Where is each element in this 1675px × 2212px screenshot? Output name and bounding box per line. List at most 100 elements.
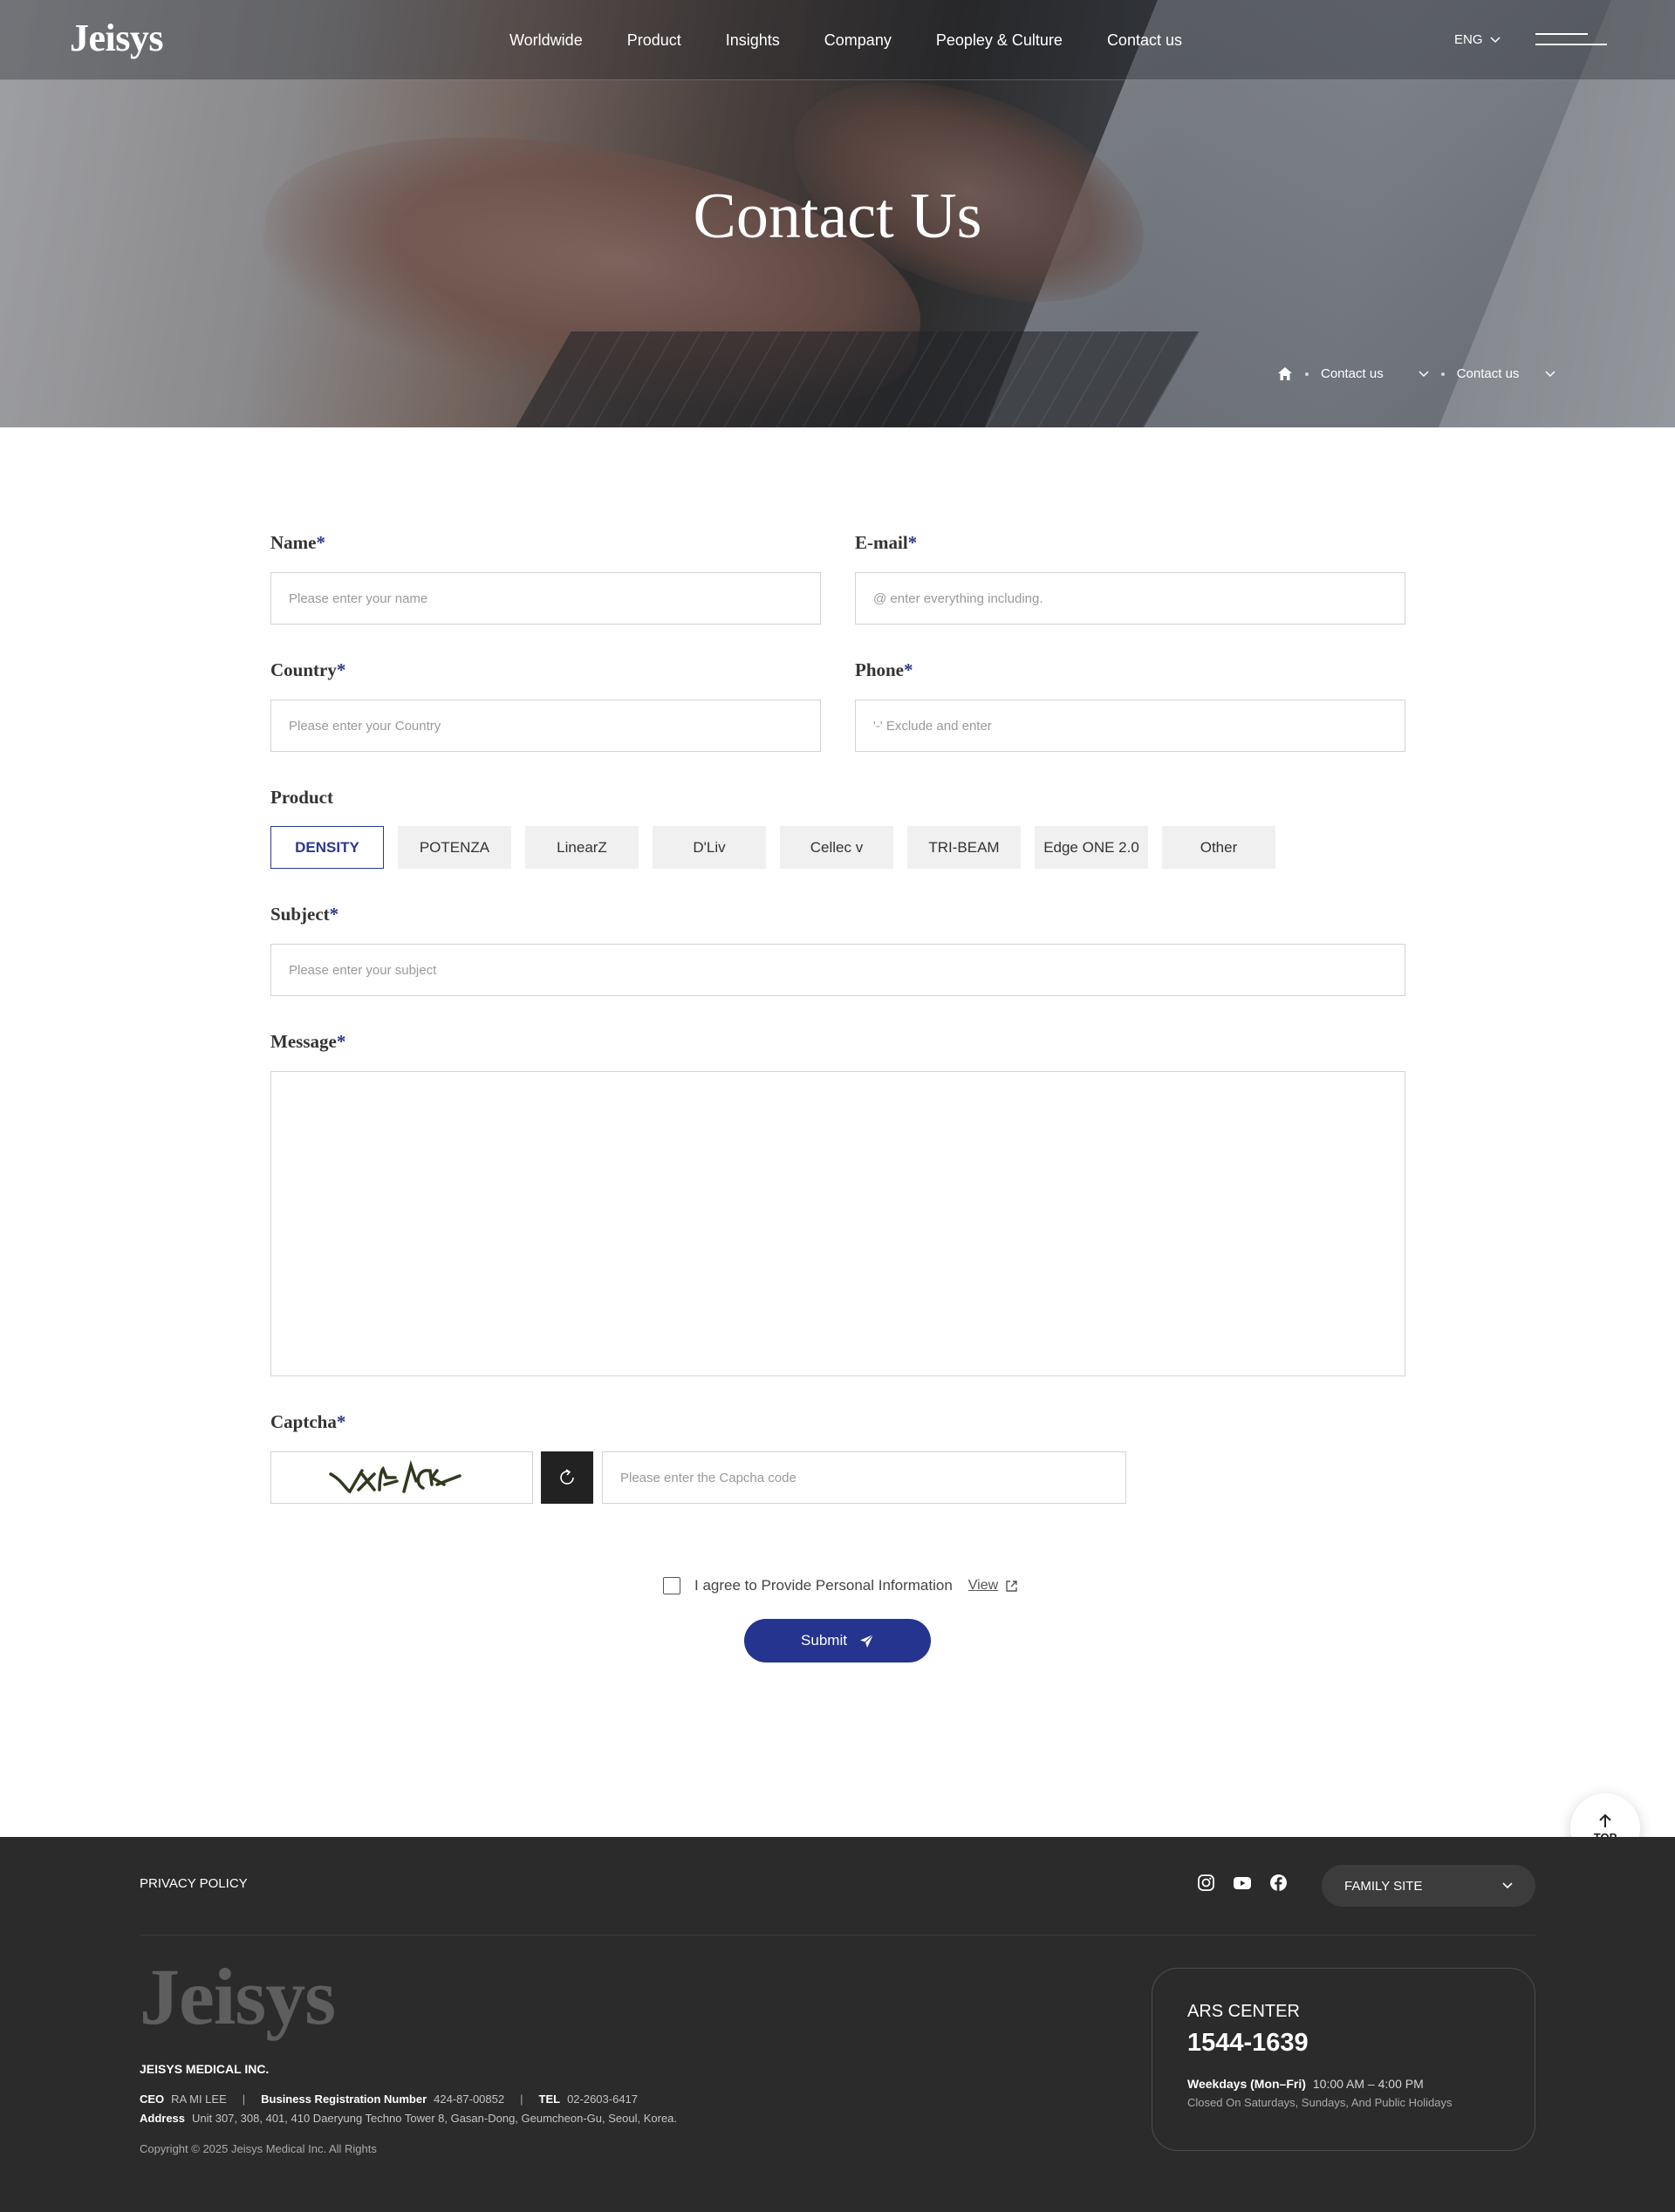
captcha-refresh-button[interactable] bbox=[541, 1451, 593, 1504]
product-options: DENSITY POTENZA LinearZ D'Liv Cellec v T… bbox=[270, 826, 1275, 869]
message-textarea[interactable] bbox=[270, 1071, 1405, 1376]
breadcrumb-item[interactable]: Contact us bbox=[1321, 366, 1384, 381]
country-label: Country* bbox=[270, 659, 345, 681]
tel-label: TEL bbox=[538, 2093, 561, 2106]
chevron-down-icon[interactable] bbox=[1545, 370, 1555, 378]
address-value: Unit 307, 308, 401, 410 Daeryung Techno … bbox=[192, 2112, 678, 2125]
name-field[interactable] bbox=[270, 572, 821, 625]
breadcrumb: Contact us Contact us bbox=[1277, 366, 1568, 381]
menu-icon bbox=[1535, 33, 1588, 35]
ceo-label: CEO bbox=[140, 2093, 165, 2106]
country-label-text: Country bbox=[270, 659, 337, 680]
nav-item-product[interactable]: Product bbox=[627, 31, 681, 50]
product-chip-other[interactable]: Other bbox=[1162, 826, 1275, 869]
company-name: JEISYS MEDICAL INC. bbox=[140, 2062, 270, 2076]
name-label-text: Name bbox=[270, 532, 317, 553]
chevron-down-icon bbox=[1489, 36, 1501, 43]
phone-input[interactable] bbox=[873, 718, 1405, 734]
message-label-text: Message bbox=[270, 1031, 337, 1052]
tel-value: 02-2603-6417 bbox=[567, 2093, 639, 2106]
menu-icon bbox=[1535, 44, 1607, 45]
product-chip-potenza[interactable]: POTENZA bbox=[398, 826, 511, 869]
send-icon bbox=[859, 1634, 874, 1648]
youtube-icon[interactable] bbox=[1233, 1874, 1252, 1892]
copyright: Copyright © 2025 Jeisys Medical Inc. All… bbox=[140, 2142, 377, 2155]
ceo-value: RA MI LEE bbox=[171, 2093, 227, 2106]
email-label-text: E-mail bbox=[855, 532, 908, 553]
chevron-down-icon bbox=[1502, 1882, 1513, 1889]
social-links bbox=[1197, 1874, 1288, 1892]
ars-hours: Weekdays (Mon–Fri) 10:00 AM – 4:00 PM bbox=[1187, 2077, 1500, 2091]
privacy-policy-link[interactable]: PRIVACY POLICY bbox=[140, 1876, 248, 1891]
submit-button[interactable]: Submit bbox=[744, 1619, 931, 1662]
email-label: E-mail* bbox=[855, 532, 917, 554]
product-chip-cellec-v[interactable]: Cellec v bbox=[780, 826, 893, 869]
site-logo[interactable]: Jeisys bbox=[70, 16, 164, 60]
message-label: Message* bbox=[270, 1031, 345, 1053]
product-chip-edge-one[interactable]: Edge ONE 2.0 bbox=[1035, 826, 1148, 869]
info-separator: | bbox=[520, 2093, 523, 2106]
product-chip-tri-beam[interactable]: TRI-BEAM bbox=[907, 826, 1021, 869]
country-field[interactable] bbox=[270, 700, 821, 752]
required-mark: * bbox=[329, 904, 339, 925]
menu-button[interactable] bbox=[1535, 33, 1607, 49]
company-info: CEO RA MI LEE | Business Registration Nu… bbox=[140, 2093, 638, 2106]
family-site-label: FAMILY SITE bbox=[1344, 1878, 1423, 1894]
phone-label: Phone* bbox=[855, 659, 913, 681]
address-label: Address bbox=[140, 2112, 186, 2125]
ars-center-card: ARS CENTER 1544-1639 Weekdays (Mon–Fri) 1… bbox=[1152, 1968, 1535, 2151]
product-chip-dliv[interactable]: D'Liv bbox=[653, 826, 766, 869]
subject-field[interactable] bbox=[270, 944, 1405, 996]
ars-phone-number[interactable]: 1544-1639 bbox=[1187, 2029, 1500, 2058]
captcha-label-text: Captcha bbox=[270, 1411, 337, 1432]
country-input[interactable] bbox=[289, 718, 820, 734]
site-footer: PRIVACY POLICY FAMILY SITE Jeisys JEISYS… bbox=[0, 1837, 1675, 2212]
captcha-field[interactable] bbox=[602, 1451, 1126, 1504]
phone-label-text: Phone bbox=[855, 659, 905, 680]
email-input[interactable] bbox=[873, 591, 1405, 606]
product-chip-density[interactable]: DENSITY bbox=[270, 826, 384, 869]
required-mark: * bbox=[336, 659, 346, 680]
product-label: Product bbox=[270, 787, 333, 808]
chevron-down-icon[interactable] bbox=[1419, 370, 1429, 378]
facebook-icon[interactable] bbox=[1269, 1874, 1288, 1892]
nav-item-contact-us[interactable]: Contact us bbox=[1107, 31, 1182, 50]
family-site-select[interactable]: FAMILY SITE bbox=[1322, 1865, 1535, 1907]
home-icon[interactable] bbox=[1277, 366, 1293, 381]
captcha-input[interactable] bbox=[620, 1470, 1125, 1485]
captcha-image bbox=[270, 1451, 533, 1504]
instagram-icon[interactable] bbox=[1197, 1874, 1215, 1892]
nav-item-insights[interactable]: Insights bbox=[726, 31, 780, 50]
breadcrumb-separator bbox=[1305, 372, 1309, 376]
nav-item-worldwide[interactable]: Worldwide bbox=[509, 31, 583, 50]
footer-divider bbox=[140, 1935, 1535, 1936]
info-separator: | bbox=[242, 2093, 246, 2106]
refresh-icon bbox=[560, 1469, 574, 1485]
nav-item-people-culture[interactable]: Peopley & Culture bbox=[936, 31, 1063, 50]
hero-banner: Jeisys Worldwide Product Insights Compan… bbox=[0, 0, 1675, 427]
breadcrumb-separator bbox=[1440, 372, 1445, 376]
nav-item-company[interactable]: Company bbox=[824, 31, 892, 50]
footer-logo: Jeisys bbox=[140, 1952, 336, 2041]
breadcrumb-item[interactable]: Contact us bbox=[1457, 366, 1520, 381]
language-selector[interactable]: ENG bbox=[1454, 32, 1501, 47]
email-field[interactable] bbox=[855, 572, 1405, 625]
brn-value: 424-87-00852 bbox=[434, 2093, 505, 2106]
name-input[interactable] bbox=[289, 591, 820, 606]
phone-field[interactable] bbox=[855, 700, 1405, 752]
required-mark: * bbox=[336, 1411, 346, 1432]
required-mark: * bbox=[907, 532, 918, 553]
privacy-agreement: I agree to Provide Personal Information … bbox=[663, 1577, 1018, 1594]
subject-input[interactable] bbox=[289, 962, 1405, 978]
submit-label: Submit bbox=[801, 1632, 847, 1649]
agree-checkbox[interactable] bbox=[663, 1577, 680, 1594]
arrow-up-icon bbox=[1599, 1813, 1611, 1827]
captcha-label: Captcha* bbox=[270, 1411, 345, 1433]
captcha-glyphs bbox=[328, 1459, 461, 1494]
product-chip-linearz[interactable]: LinearZ bbox=[525, 826, 639, 869]
view-privacy-link[interactable]: View bbox=[968, 1578, 1018, 1594]
brn-label: Business Registration Number bbox=[261, 2093, 427, 2106]
company-address: Address Unit 307, 308, 401, 410 Daeryung… bbox=[140, 2112, 677, 2125]
subject-label-text: Subject bbox=[270, 904, 330, 925]
name-label: Name* bbox=[270, 532, 325, 554]
